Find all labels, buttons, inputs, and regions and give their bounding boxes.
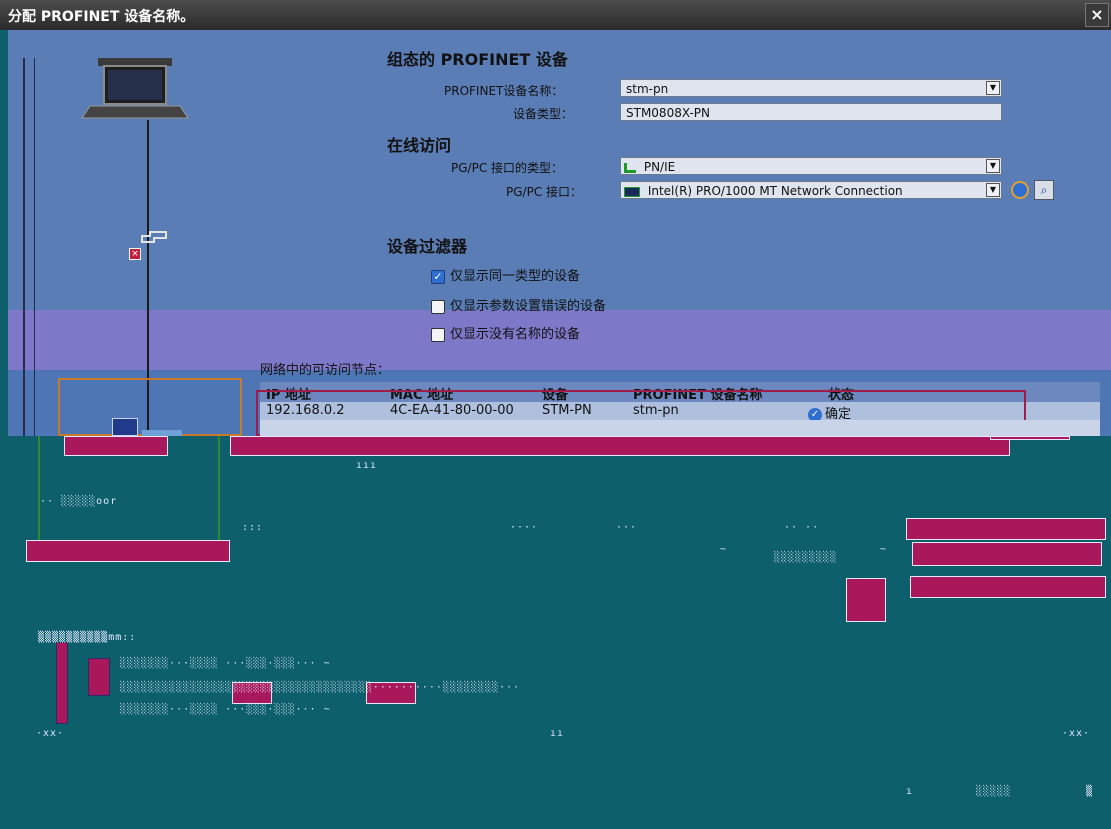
- device-name-value: stm-pn: [626, 82, 669, 96]
- network-port-icon: [140, 230, 168, 244]
- device-name-combo[interactable]: stm-pn ▼: [620, 79, 1002, 97]
- chevron-down-icon[interactable]: ▼: [986, 159, 1000, 173]
- filter-same-type[interactable]: ✓ 仅显示同一类型的设备: [431, 265, 580, 284]
- nodes-heading: 网络中的可访问节点：: [260, 363, 391, 378]
- glitch-region: ·· ░░░░░oor ::: ···· ··· ·· ·· ~ ░░░░░░░…: [0, 436, 1111, 829]
- window-title: 分配 PROFINET 设备名称。: [8, 9, 195, 25]
- configured-heading: 组态的 PROFINET 设备: [387, 50, 568, 69]
- iface-type-combo[interactable]: PN/IE ▼: [620, 157, 1002, 175]
- chevron-down-icon[interactable]: ▼: [986, 81, 1000, 95]
- assign-name-dialog: × 组态的 PROFINET 设备 PROFINET设备名称： stm-pn ▼…: [8, 30, 1111, 436]
- chevron-down-icon[interactable]: ▼: [986, 183, 1000, 197]
- filter-heading: 设备过滤器: [387, 237, 468, 256]
- pnie-icon: [624, 162, 636, 173]
- device-node-frame[interactable]: [58, 378, 242, 436]
- checkbox-icon[interactable]: [431, 327, 445, 342]
- iface-value: Intel(R) PRO/1000 MT Network Connection: [647, 184, 903, 198]
- iface-label: PG/PC 接口：: [506, 185, 583, 199]
- diagnostics-icon[interactable]: [1011, 181, 1029, 199]
- title-bar: 分配 PROFINET 设备名称。 ×: [0, 0, 1111, 30]
- filter-param-error[interactable]: 仅显示参数设置错误的设备: [431, 295, 606, 314]
- device-type-value: STM0808X-PN: [626, 106, 711, 120]
- checkbox-checked-icon[interactable]: ✓: [431, 269, 445, 284]
- device-name-label: PROFINET设备名称：: [444, 84, 564, 98]
- device-type-label: 设备类型：: [513, 107, 574, 121]
- iface-type-label: PG/PC 接口的类型：: [451, 161, 564, 175]
- close-button[interactable]: ×: [1085, 3, 1109, 27]
- device-type-field: STM0808X-PN: [620, 103, 1002, 121]
- iface-combo[interactable]: Intel(R) PRO/1000 MT Network Connection …: [620, 181, 1002, 199]
- checkbox-icon[interactable]: [431, 299, 445, 314]
- online-heading: 在线访问: [387, 136, 452, 155]
- network-card-icon: [624, 186, 640, 197]
- pg-pc-icon: [80, 58, 190, 120]
- device-icon: [112, 418, 138, 436]
- filter-no-name[interactable]: 仅显示没有名称的设备: [431, 323, 580, 342]
- iface-type-value: PN/IE: [643, 160, 676, 174]
- error-icon: ×: [129, 248, 141, 260]
- refresh-search-button[interactable]: ⌕: [1034, 180, 1054, 200]
